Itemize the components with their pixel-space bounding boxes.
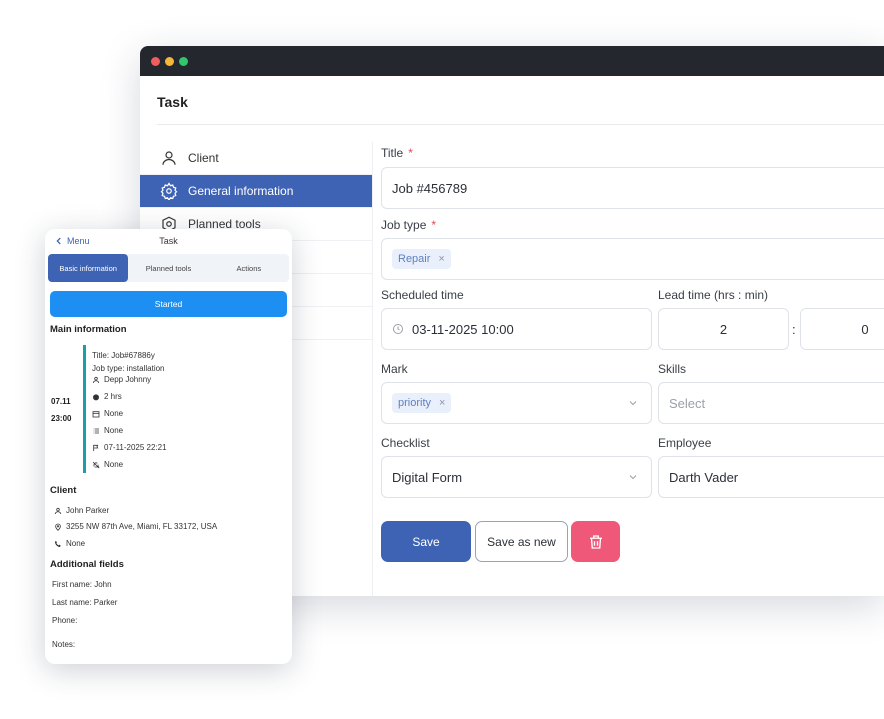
lead-time-label: Lead time (hrs : min) xyxy=(658,288,769,302)
lead-hours-input[interactable]: 2 xyxy=(658,308,789,350)
window-titlebar xyxy=(140,46,884,76)
job-title: Title: Job#67886y xyxy=(92,351,155,360)
status-button[interactable]: Started xyxy=(50,291,287,317)
sidebar-item-client[interactable]: Client xyxy=(140,142,372,175)
sidebar-item-label: Client xyxy=(188,151,219,165)
mobile-header: Menu Task xyxy=(45,229,292,253)
user-icon xyxy=(162,151,176,165)
flag-row: 07-11-2025 22:21 xyxy=(92,443,167,452)
client-heading: Client xyxy=(50,485,77,496)
sidebar-item-general-information[interactable]: General information xyxy=(140,175,372,208)
scheduled-time-label: Scheduled time xyxy=(381,288,464,302)
last-name-field: Last name: Parker xyxy=(52,598,118,607)
save-as-new-button[interactable]: Save as new xyxy=(475,521,568,562)
mobile-title: Task xyxy=(159,236,178,246)
notes-field: Notes: xyxy=(52,640,76,649)
first-name-field: First name: John xyxy=(52,580,112,589)
mark-label: Mark xyxy=(381,362,408,376)
save-button[interactable]: Save xyxy=(381,521,471,562)
chevron-down-icon xyxy=(629,401,637,406)
skills-label: Skills xyxy=(658,362,687,376)
chevron-down-icon xyxy=(629,475,637,480)
skills-select[interactable]: Select xyxy=(658,382,884,424)
additional-fields-heading: Additional fields xyxy=(50,559,124,570)
delete-button[interactable] xyxy=(571,521,620,562)
task-date: 07.11 xyxy=(51,397,71,406)
duration-row: 2 hrs xyxy=(92,392,122,401)
tab-basic-information[interactable]: Basic information xyxy=(48,254,129,282)
job-type-label: Job type * xyxy=(381,218,437,232)
remove-tag-icon[interactable]: × xyxy=(439,397,445,409)
remove-tag-icon[interactable]: × xyxy=(438,253,444,265)
checklist-label: Checklist xyxy=(381,436,430,450)
title-input[interactable]: Job #456789 xyxy=(381,167,884,209)
trash-icon xyxy=(589,534,602,549)
gear-icon xyxy=(160,182,178,200)
phone-icon xyxy=(55,540,61,547)
timeline-bar xyxy=(83,345,86,473)
maximize-window-icon[interactable] xyxy=(179,56,188,66)
minimize-window-icon[interactable] xyxy=(165,56,174,66)
mobile-tabs: Basic information Planned tools Actions xyxy=(48,254,289,282)
checklist-select[interactable]: Digital Form xyxy=(381,456,652,498)
mobile-task-panel: Menu Task Basic information Planned tool… xyxy=(45,229,292,664)
phone-field: Phone: xyxy=(52,616,78,625)
tab-actions[interactable]: Actions xyxy=(209,254,289,282)
client-name-row: John Parker xyxy=(54,506,109,515)
mark-select[interactable]: priority × xyxy=(381,382,652,424)
timer-icon xyxy=(93,393,99,400)
mute-row: None xyxy=(92,460,123,469)
title-label: Title * xyxy=(381,146,413,160)
close-window-icon[interactable] xyxy=(151,56,160,66)
sidebar-item-label: General information xyxy=(188,184,294,198)
tab-planned-tools[interactable]: Planned tools xyxy=(128,254,208,282)
client-phone-row: None xyxy=(54,539,85,548)
employee-select[interactable]: Darth Vader xyxy=(658,456,884,498)
sidebar-divider xyxy=(372,142,373,596)
scheduled-time-input[interactable]: 03-11-2025 10:00 xyxy=(381,308,652,350)
job-type: Job type: installation xyxy=(92,364,165,373)
job-type-tag: Repair × xyxy=(392,249,451,269)
header-divider xyxy=(157,124,884,125)
user-icon xyxy=(54,507,62,514)
user-icon xyxy=(92,376,100,383)
notification-off-icon xyxy=(92,461,100,468)
page-title: Task xyxy=(157,94,188,110)
list-row: None xyxy=(92,426,123,435)
flag-icon xyxy=(93,444,99,451)
lead-time-separator: : xyxy=(792,322,796,337)
employee-label: Employee xyxy=(658,436,712,450)
location-pin-icon xyxy=(55,523,61,531)
list-icon xyxy=(93,428,99,433)
assignee-row: Depp Johnny xyxy=(92,375,151,384)
job-type-select[interactable]: Repair × xyxy=(381,238,884,280)
calendar-icon xyxy=(92,410,100,417)
lead-minutes-input[interactable]: 0 xyxy=(800,308,884,350)
task-time: 23:00 xyxy=(51,414,72,423)
calendar-row: None xyxy=(92,409,123,418)
clock-icon xyxy=(393,324,403,334)
stage: Task Client General information Planned … xyxy=(0,0,884,719)
main-information-heading: Main information xyxy=(50,324,127,335)
client-address-row: 3255 NW 87th Ave, Miami, FL 33172, USA xyxy=(54,522,217,531)
mark-tag: priority × xyxy=(392,393,452,413)
